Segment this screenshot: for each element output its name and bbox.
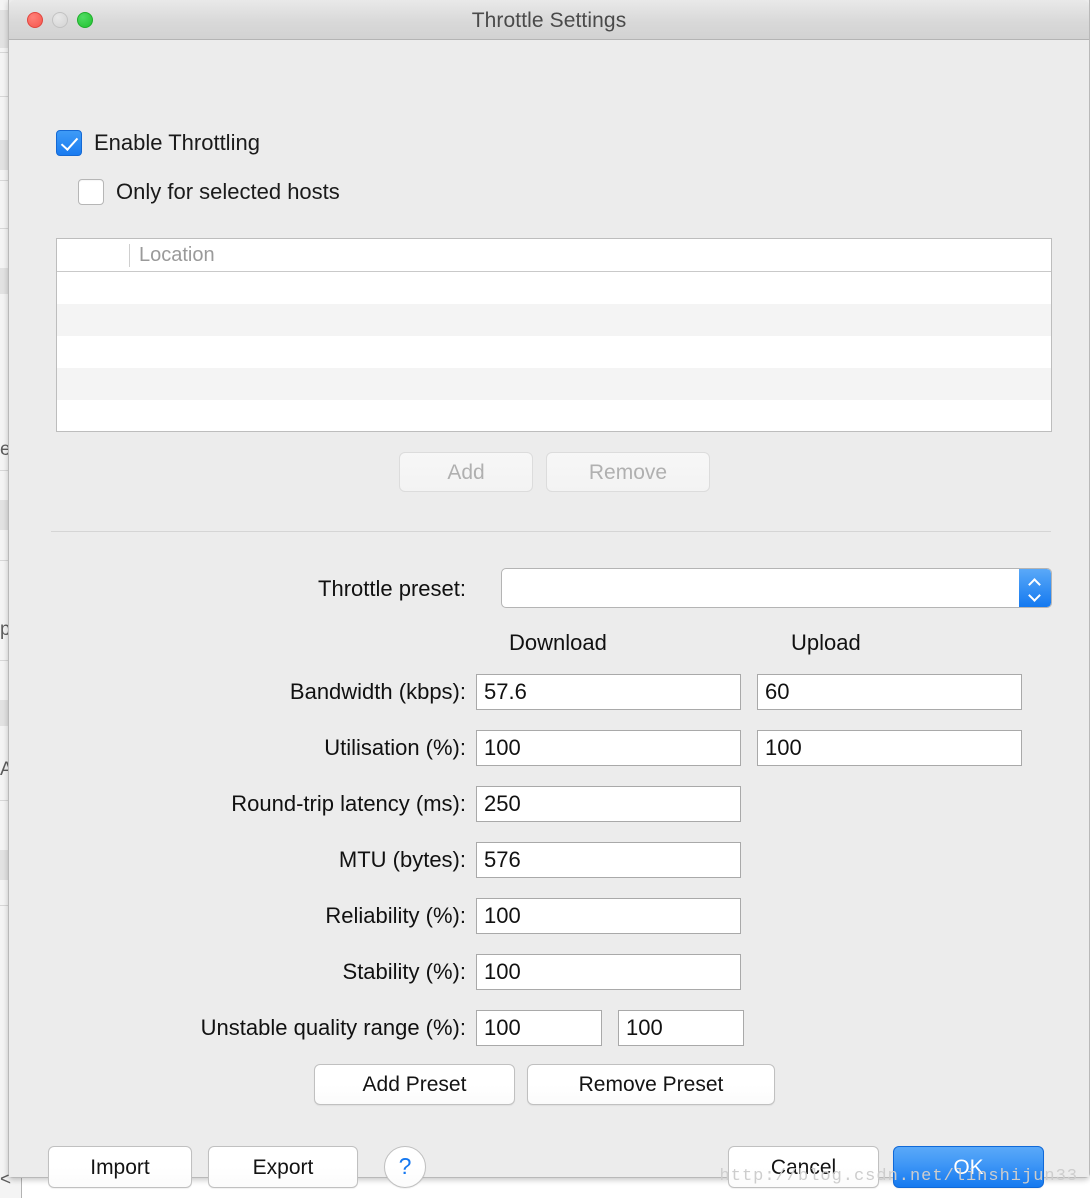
reliability-label: Reliability (%): xyxy=(325,903,466,928)
hosts-table-header: Location xyxy=(57,239,1051,272)
mtu-label: MTU (bytes): xyxy=(338,847,466,872)
import-button[interactable]: Import xyxy=(48,1146,192,1188)
bandwidth-upload-input[interactable]: 60 xyxy=(757,674,1022,710)
column-separator[interactable] xyxy=(129,244,130,267)
field-row-mtu: MTU (bytes): 576 xyxy=(9,842,1090,878)
throttle-preset-select[interactable] xyxy=(501,568,1052,608)
stability-input[interactable]: 100 xyxy=(476,954,741,990)
remove-preset-button[interactable]: Remove Preset xyxy=(527,1064,775,1105)
bandwidth-label: Bandwidth (kbps): xyxy=(289,679,466,704)
table-row[interactable] xyxy=(57,400,1051,431)
utilisation-label: Utilisation (%): xyxy=(324,735,466,760)
add-preset-button[interactable]: Add Preset xyxy=(314,1064,515,1105)
chevron-updown-icon[interactable] xyxy=(1019,569,1051,607)
column-header-location[interactable]: Location xyxy=(139,244,215,267)
screen: e p A < Throttle Settings Enable Throttl… xyxy=(0,0,1090,1198)
dialog-content: Enable Throttling Only for selected host… xyxy=(9,40,1090,1188)
field-row-utilisation: Utilisation (%): 100 100 xyxy=(9,730,1090,766)
section-divider xyxy=(51,531,1051,532)
field-row-reliability: Reliability (%): 100 xyxy=(9,898,1090,934)
hosts-table-body xyxy=(57,272,1051,431)
stability-label: Stability (%): xyxy=(342,959,466,984)
remove-host-button[interactable]: Remove xyxy=(546,452,710,492)
only-selected-hosts-row[interactable]: Only for selected hosts xyxy=(78,179,340,205)
download-column-header: Download xyxy=(509,630,607,655)
field-row-bandwidth: Bandwidth (kbps): 57.6 60 xyxy=(9,674,1090,710)
add-host-button[interactable]: Add xyxy=(399,452,533,492)
enable-throttling-row[interactable]: Enable Throttling xyxy=(56,130,260,156)
latency-label: Round-trip latency (ms): xyxy=(231,791,466,816)
help-icon[interactable]: ? xyxy=(384,1146,426,1188)
unstable-quality-label: Unstable quality range (%): xyxy=(200,1015,466,1040)
bandwidth-download-input[interactable]: 57.6 xyxy=(476,674,741,710)
export-button[interactable]: Export xyxy=(208,1146,358,1188)
field-row-latency: Round-trip latency (ms): 250 xyxy=(9,786,1090,822)
table-row[interactable] xyxy=(57,368,1051,400)
watermark: http://blog.csdn.net/linshijun33 xyxy=(719,1167,1078,1186)
throttle-settings-dialog: Throttle Settings Enable Throttling Only… xyxy=(8,0,1090,1188)
enable-throttling-checkbox[interactable] xyxy=(56,130,82,156)
throttle-preset-label: Throttle preset: xyxy=(318,576,466,601)
table-row[interactable] xyxy=(57,336,1051,368)
reliability-input[interactable]: 100 xyxy=(476,898,741,934)
hosts-table[interactable]: Location xyxy=(56,238,1052,432)
unstable-quality-max-input[interactable]: 100 xyxy=(618,1010,744,1046)
table-row[interactable] xyxy=(57,272,1051,304)
mtu-input[interactable]: 576 xyxy=(476,842,741,878)
field-row-unstable-quality: Unstable quality range (%): 100 100 xyxy=(9,1010,1090,1046)
only-selected-hosts-label: Only for selected hosts xyxy=(116,179,340,204)
utilisation-download-input[interactable]: 100 xyxy=(476,730,741,766)
titlebar[interactable]: Throttle Settings xyxy=(9,0,1089,40)
only-selected-hosts-checkbox[interactable] xyxy=(78,179,104,205)
enable-throttling-label: Enable Throttling xyxy=(94,130,260,155)
unstable-quality-min-input[interactable]: 100 xyxy=(476,1010,602,1046)
latency-input[interactable]: 250 xyxy=(476,786,741,822)
upload-column-header: Upload xyxy=(791,630,861,655)
window-title: Throttle Settings xyxy=(471,9,627,32)
field-row-stability: Stability (%): 100 xyxy=(9,954,1090,990)
table-row[interactable] xyxy=(57,304,1051,336)
utilisation-upload-input[interactable]: 100 xyxy=(757,730,1022,766)
